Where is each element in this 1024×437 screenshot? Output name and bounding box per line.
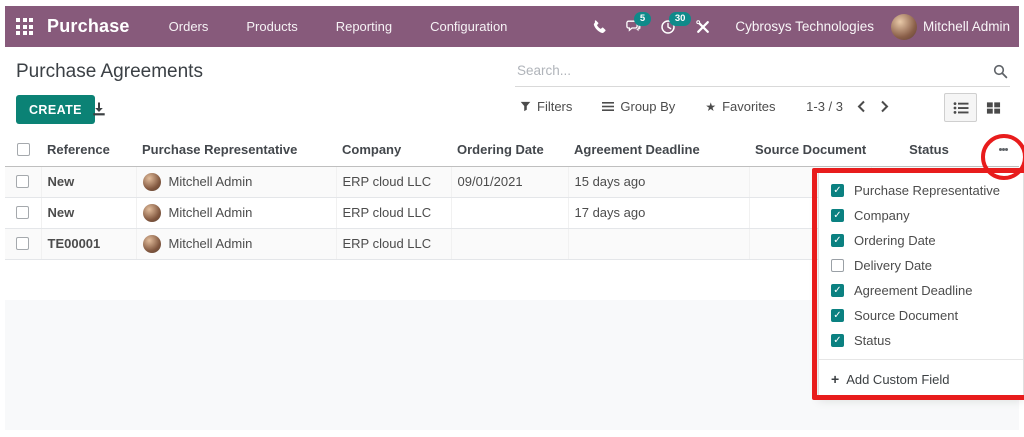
- star-icon: ★: [705, 100, 716, 114]
- search-input[interactable]: [515, 57, 970, 84]
- dropdown-item-ordering-date[interactable]: Ordering Date: [819, 228, 1023, 253]
- kanban-view-icon: [986, 101, 1001, 115]
- cell-ordering-date: [451, 228, 568, 259]
- company-switcher[interactable]: Cybrosys Technologies: [735, 19, 874, 34]
- favorites-button[interactable]: ★ Favorites: [705, 99, 775, 114]
- rep-avatar: [143, 235, 161, 253]
- cell-company: ERP cloud LLC: [336, 228, 451, 259]
- column-header-status[interactable]: Status: [871, 134, 987, 166]
- pager-range: 1-3 / 3: [806, 99, 843, 114]
- cell-ordering-date: 09/01/2021: [451, 166, 568, 197]
- export-download-icon[interactable]: [91, 101, 107, 122]
- column-header-company[interactable]: Company: [336, 134, 451, 166]
- row-checkbox[interactable]: [16, 237, 29, 250]
- messages-badge: 5: [634, 12, 650, 26]
- dropdown-item-status[interactable]: Status: [819, 328, 1023, 353]
- cell-company: ERP cloud LLC: [336, 166, 451, 197]
- column-visibility-dropdown: Purchase Representative Company Ordering…: [818, 172, 1024, 398]
- activities-icon[interactable]: 30: [659, 18, 677, 36]
- cell-agreement-deadline: 15 days ago: [568, 166, 749, 197]
- odoo-purchase-screen: Purchase Orders Products Reporting Confi…: [0, 0, 1024, 437]
- column-header-ordering-date[interactable]: Ordering Date: [451, 134, 568, 166]
- column-header-reference[interactable]: Reference: [41, 134, 136, 166]
- view-switcher: [944, 93, 1010, 122]
- column-header-source-document[interactable]: Source Document: [749, 134, 871, 166]
- column-header-purchase-representative[interactable]: Purchase Representative: [136, 134, 336, 166]
- user-menu[interactable]: Mitchell Admin: [891, 14, 1010, 40]
- column-toggle-icon[interactable]: [993, 147, 1013, 153]
- apps-menu-icon[interactable]: [16, 18, 33, 35]
- menu-reporting[interactable]: Reporting: [317, 6, 411, 47]
- dropdown-item-purchase-representative[interactable]: Purchase Representative: [819, 178, 1023, 203]
- user-name: Mitchell Admin: [923, 19, 1010, 34]
- phone-icon[interactable]: [589, 18, 607, 36]
- dropdown-item-source-document[interactable]: Source Document: [819, 303, 1023, 328]
- cell-reference: New: [41, 166, 136, 197]
- cell-representative: Mitchell Admin: [136, 228, 336, 259]
- filters-button[interactable]: Filters: [520, 99, 572, 114]
- row-checkbox[interactable]: [16, 206, 29, 219]
- column-header-agreement-deadline[interactable]: Agreement Deadline: [568, 134, 749, 166]
- plus-icon: +: [831, 371, 839, 387]
- page-title: Purchase Agreements: [16, 61, 203, 83]
- rep-avatar: [143, 173, 161, 191]
- activities-badge: 30: [669, 12, 691, 26]
- filter-icon: [520, 101, 531, 112]
- pager: 1-3 / 3: [806, 99, 889, 114]
- top-navbar: Purchase Orders Products Reporting Confi…: [5, 6, 1019, 47]
- app-window: Purchase Orders Products Reporting Confi…: [5, 6, 1019, 430]
- create-button[interactable]: CREATE: [16, 95, 95, 124]
- dropdown-divider: [819, 359, 1023, 360]
- cell-reference: New: [41, 197, 136, 228]
- menu-orders[interactable]: Orders: [150, 6, 228, 47]
- main-menu: Orders Products Reporting Configuration: [150, 6, 527, 47]
- search-icon[interactable]: [993, 64, 1008, 84]
- navbar-right: 5 30 Cybrosys Technologies Mitchell Admi…: [589, 6, 1010, 47]
- menu-products[interactable]: Products: [227, 6, 316, 47]
- list-view-button[interactable]: [944, 93, 977, 122]
- checkbox: [831, 284, 844, 297]
- messages-icon[interactable]: 5: [624, 18, 642, 36]
- row-checkbox[interactable]: [16, 175, 29, 188]
- cell-agreement-deadline: [568, 228, 749, 259]
- list-view-icon: [953, 101, 969, 115]
- checkbox: [831, 259, 844, 272]
- menu-configuration[interactable]: Configuration: [411, 6, 526, 47]
- search-box: [515, 57, 1010, 87]
- dropdown-item-agreement-deadline[interactable]: Agreement Deadline: [819, 278, 1023, 303]
- app-brand[interactable]: Purchase: [47, 16, 130, 37]
- cell-representative: Mitchell Admin: [136, 166, 336, 197]
- cell-representative: Mitchell Admin: [136, 197, 336, 228]
- kanban-view-button[interactable]: [977, 93, 1010, 122]
- rep-avatar: [143, 204, 161, 222]
- checkbox: [831, 184, 844, 197]
- user-avatar: [891, 14, 917, 40]
- cell-reference: TE00001: [41, 228, 136, 259]
- cell-agreement-deadline: 17 days ago: [568, 197, 749, 228]
- pager-previous-icon[interactable]: [857, 100, 866, 113]
- dropdown-item-delivery-date[interactable]: Delivery Date: [819, 253, 1023, 278]
- group-by-icon: [602, 101, 614, 112]
- table-header-row: Reference Purchase Representative Compan…: [5, 134, 1019, 166]
- checkbox: [831, 209, 844, 222]
- cell-company: ERP cloud LLC: [336, 197, 451, 228]
- add-custom-field-button[interactable]: + Add Custom Field: [819, 365, 1023, 393]
- control-panel-tools: Filters Group By ★ Favorites: [520, 99, 776, 114]
- pager-next-icon[interactable]: [880, 100, 889, 113]
- debug-tools-icon[interactable]: [694, 18, 712, 36]
- select-all-checkbox[interactable]: [17, 143, 30, 156]
- checkbox: [831, 334, 844, 347]
- checkbox: [831, 234, 844, 247]
- group-by-button[interactable]: Group By: [602, 99, 675, 114]
- checkbox: [831, 309, 844, 322]
- dropdown-item-company[interactable]: Company: [819, 203, 1023, 228]
- cell-ordering-date: [451, 197, 568, 228]
